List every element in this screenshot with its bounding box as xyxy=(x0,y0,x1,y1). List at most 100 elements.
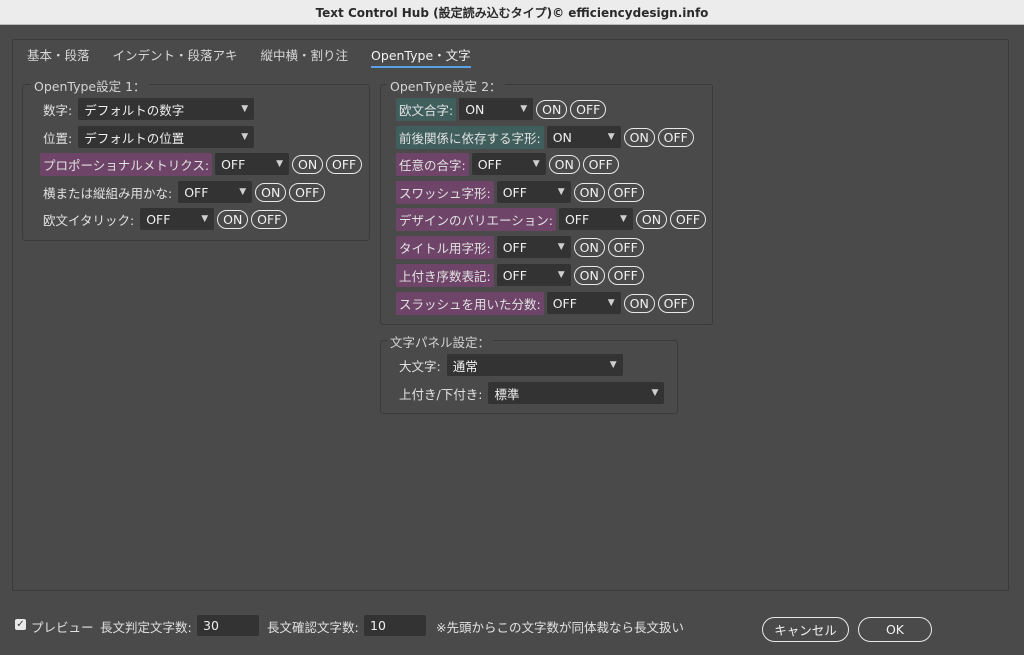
roman-italics-value: OFF xyxy=(146,211,171,227)
kana-alternates-select[interactable]: OFF ▼ xyxy=(178,181,253,203)
swash-label: スワッシュ字形: xyxy=(396,180,494,204)
ligatures-select[interactable]: ON ▼ xyxy=(459,98,534,120)
stylistic-variants-on-button[interactable]: ON xyxy=(635,209,667,229)
proportional-metrics-off-button[interactable]: OFF xyxy=(326,154,363,174)
chevron-down-icon: ▼ xyxy=(557,242,565,252)
swash-off-button[interactable]: OFF xyxy=(607,182,644,202)
kana-alternates-label: 横または縦組み用かな: xyxy=(43,185,173,201)
tab-opentype-character[interactable]: OpenType・文字 xyxy=(371,44,471,68)
contextual-alternates-row: 前後関係に依存する字形: ON ▼ ON OFF xyxy=(396,125,694,149)
position-label: 位置: xyxy=(43,130,73,146)
contextual-alternates-value: ON xyxy=(552,129,572,145)
proportional-metrics-label: プロポーショナルメトリクス: xyxy=(40,152,213,176)
roman-italics-row: 欧文イタリック: OFF ▼ ON OFF xyxy=(40,208,288,230)
chevron-down-icon: ▼ xyxy=(276,159,284,169)
tab-tatechuyoko-warichu[interactable]: 縦中横・割り注 xyxy=(261,44,349,68)
position-select[interactable]: デフォルトの位置 ▼ xyxy=(78,126,255,148)
chevron-down-icon: ▼ xyxy=(520,104,528,114)
proportional-metrics-select[interactable]: OFF ▼ xyxy=(215,153,290,175)
proportional-metrics-value: OFF xyxy=(221,156,246,172)
fractions-value: OFF xyxy=(552,295,577,311)
chevron-down-icon: ▼ xyxy=(557,270,565,280)
stylistic-variants-value: OFF xyxy=(564,211,590,227)
titling-alternates-value: OFF xyxy=(502,239,527,255)
window-title: Text Control Hub (設定読み込むタイプ)© efficiency… xyxy=(0,0,1024,25)
discretionary-ligatures-on-button[interactable]: ON xyxy=(548,154,580,174)
character-panel-settings-title: 文字パネル設定： xyxy=(387,332,494,351)
titling-alternates-row: タイトル用字形: OFF ▼ ON OFF xyxy=(396,235,644,259)
contextual-alternates-on-button[interactable]: ON xyxy=(623,127,655,147)
discretionary-ligatures-select[interactable]: OFF ▼ xyxy=(471,153,546,175)
footer-bar: ✓ プレビュー 長文判定文字数: 30 長文確認文字数: 10 ※先頭からこの文… xyxy=(0,612,1024,642)
discretionary-ligatures-off-button[interactable]: OFF xyxy=(582,154,619,174)
kana-alternates-off-button[interactable]: OFF xyxy=(289,182,326,202)
tab-basic-paragraph[interactable]: 基本・段落 xyxy=(27,44,90,68)
ligatures-on-button[interactable]: ON xyxy=(536,99,568,119)
long-confirm-label: 長文確認文字数: xyxy=(267,620,359,635)
ordinal-off-button[interactable]: OFF xyxy=(607,265,644,285)
long-judge-label: 長文判定文字数: xyxy=(100,620,192,635)
chevron-down-icon: ▼ xyxy=(201,214,209,224)
superscript-subscript-select[interactable]: 標準 ▼ xyxy=(488,382,665,404)
long-judge-input[interactable]: 30 xyxy=(197,615,259,636)
kana-alternates-value: OFF xyxy=(184,184,209,200)
stylistic-variants-select[interactable]: OFF ▼ xyxy=(558,208,633,230)
preview-checkbox[interactable]: ✓ xyxy=(15,619,26,630)
titling-alternates-select[interactable]: OFF ▼ xyxy=(496,236,571,258)
numeral-row: 数字: デフォルトの数字 ▼ xyxy=(40,98,255,120)
fractions-on-button[interactable]: ON xyxy=(623,293,655,313)
discretionary-ligatures-label: 任意の合字: xyxy=(396,152,469,176)
tab-indent-spacing[interactable]: インデント・段落アキ xyxy=(113,44,238,68)
stylistic-variants-label: デザインのバリエーション: xyxy=(396,207,556,231)
proportional-metrics-row: プロポーショナルメトリクス: OFF ▼ ON OFF xyxy=(40,152,363,176)
chevron-down-icon: ▼ xyxy=(532,159,540,169)
long-confirm-input[interactable]: 10 xyxy=(364,615,426,636)
contextual-alternates-off-button[interactable]: OFF xyxy=(657,127,694,147)
contextual-alternates-select[interactable]: ON ▼ xyxy=(546,126,621,148)
ordinal-on-button[interactable]: ON xyxy=(573,265,605,285)
titling-alternates-off-button[interactable]: OFF xyxy=(607,237,644,257)
fractions-label: スラッシュを用いた分数: xyxy=(396,291,544,315)
ordinal-select[interactable]: OFF ▼ xyxy=(496,264,571,286)
opentype-settings-1-title: OpenType設定 1： xyxy=(31,76,149,95)
swash-on-button[interactable]: ON xyxy=(573,182,605,202)
position-select-value: デフォルトの位置 xyxy=(84,130,185,146)
long-text-note: ※先頭からこの文字数が同体裁なら長文扱い xyxy=(436,620,684,635)
ok-button[interactable]: OK xyxy=(858,617,932,642)
chevron-down-icon: ▼ xyxy=(620,214,627,224)
case-row: 大文字: 通常 ▼ xyxy=(396,354,623,376)
roman-italics-off-button[interactable]: OFF xyxy=(251,209,288,229)
titling-alternates-on-button[interactable]: ON xyxy=(573,237,605,257)
tab-bar: 基本・段落 インデント・段落アキ 縦中横・割り注 OpenType・文字 xyxy=(27,44,494,68)
superscript-subscript-value: 標準 xyxy=(494,386,520,402)
ordinal-value: OFF xyxy=(502,267,527,283)
proportional-metrics-on-button[interactable]: ON xyxy=(292,154,324,174)
superscript-subscript-row: 上付き/下付き: 標準 ▼ xyxy=(396,382,665,404)
stylistic-variants-off-button[interactable]: OFF xyxy=(669,209,706,229)
discretionary-ligatures-row: 任意の合字: OFF ▼ ON OFF xyxy=(396,152,619,176)
superscript-subscript-label: 上付き/下付き: xyxy=(399,386,483,402)
kana-alternates-on-button[interactable]: ON xyxy=(255,182,287,202)
preview-label: プレビュー xyxy=(31,620,94,635)
fractions-select[interactable]: OFF ▼ xyxy=(546,292,621,314)
ordinal-label: 上付き序数表記: xyxy=(396,263,494,287)
cancel-button[interactable]: キャンセル xyxy=(762,617,849,642)
chevron-down-icon: ▼ xyxy=(241,104,249,114)
swash-select[interactable]: OFF ▼ xyxy=(496,181,571,203)
ligatures-row: 欧文合字: ON ▼ ON OFF xyxy=(396,97,607,121)
roman-italics-select[interactable]: OFF ▼ xyxy=(140,208,215,230)
fractions-row: スラッシュを用いた分数: OFF ▼ ON OFF xyxy=(396,291,694,315)
chevron-down-icon: ▼ xyxy=(241,132,249,142)
numeral-select[interactable]: デフォルトの数字 ▼ xyxy=(78,98,255,120)
contextual-alternates-label: 前後関係に依存する字形: xyxy=(396,125,544,149)
ordinal-row: 上付き序数表記: OFF ▼ ON OFF xyxy=(396,263,644,287)
ligatures-label: 欧文合字: xyxy=(396,97,457,121)
fractions-off-button[interactable]: OFF xyxy=(657,293,694,313)
chevron-down-icon: ▼ xyxy=(557,187,565,197)
swash-value: OFF xyxy=(502,184,527,200)
roman-italics-on-button[interactable]: ON xyxy=(217,209,249,229)
ligatures-off-button[interactable]: OFF xyxy=(570,99,607,119)
titling-alternates-label: タイトル用字形: xyxy=(396,235,494,259)
case-select[interactable]: 通常 ▼ xyxy=(446,354,623,376)
numeral-select-value: デフォルトの数字 xyxy=(84,102,185,118)
